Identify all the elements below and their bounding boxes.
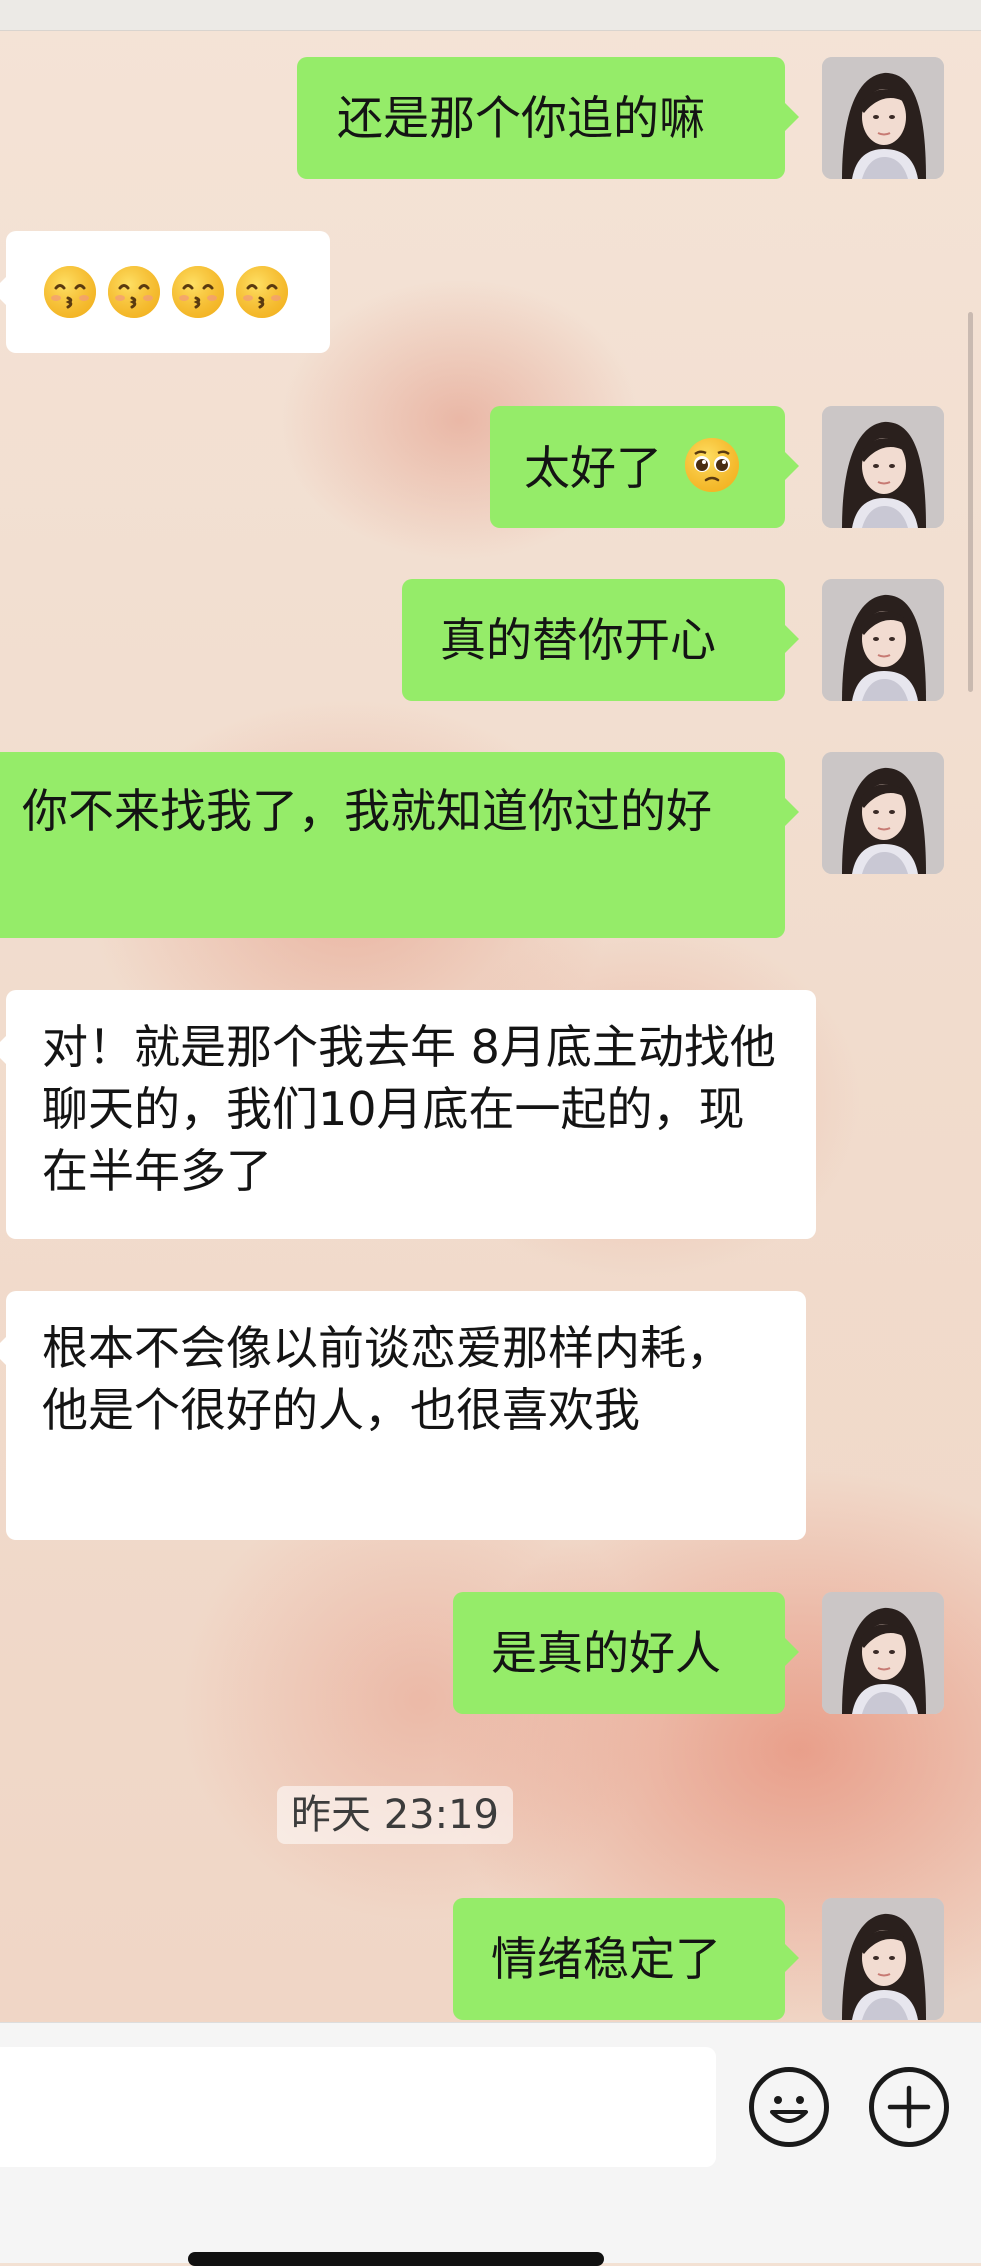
- scrollbar[interactable]: [968, 312, 973, 692]
- kissing-face-icon: [42, 264, 98, 320]
- message-bubble-outgoing[interactable]: 是真的好人: [453, 1592, 799, 1714]
- avatar[interactable]: [822, 57, 944, 179]
- kissing-face-icon: [234, 264, 290, 320]
- message-text: 你不来找我了，我就知道你过的好: [22, 784, 712, 838]
- avatar[interactable]: [822, 1592, 944, 1714]
- pleading-face-icon: [684, 438, 739, 492]
- message-text: 真的替你开心: [440, 613, 716, 667]
- avatar[interactable]: [822, 1898, 944, 2020]
- chat-input-bar: [0, 2022, 981, 2263]
- message-input[interactable]: [0, 2047, 716, 2167]
- message-bubble-outgoing[interactable]: 太好了: [490, 406, 799, 528]
- message-text: 是真的好人: [491, 1626, 721, 1680]
- kissing-face-icon: [170, 264, 226, 320]
- message-text: 根本不会像以前谈恋爱那样内耗，他是个很好的人，也很喜欢我: [42, 1321, 732, 1437]
- message-bubble-incoming[interactable]: 根本不会像以前谈恋爱那样内耗，他是个很好的人，也很喜欢我: [0, 1291, 806, 1540]
- message-bubble-outgoing[interactable]: 情绪稳定了: [453, 1898, 799, 2020]
- message-bubble-outgoing[interactable]: 真的替你开心: [402, 579, 799, 701]
- smiley-face-icon: [770, 2096, 808, 2123]
- avatar[interactable]: [822, 579, 944, 701]
- avatar[interactable]: [822, 406, 944, 528]
- message-bubble-outgoing[interactable]: 你不来找我了，我就知道你过的好: [0, 752, 799, 938]
- chat-timestamp: 昨天 23:19: [277, 1786, 513, 1844]
- message-bubble-incoming[interactable]: 对！就是那个我去年 8月底主动找他聊天的，我们10月底在一起的，现在半年多了: [0, 990, 816, 1239]
- message-bubble-incoming[interactable]: [0, 231, 330, 353]
- message-text: 情绪稳定了: [491, 1932, 721, 1986]
- message-bubble-outgoing[interactable]: 还是那个你追的嘛: [297, 57, 799, 179]
- emoji-button[interactable]: [749, 2067, 829, 2147]
- message-text: 还是那个你追的嘛: [337, 91, 705, 145]
- avatar[interactable]: [822, 752, 944, 874]
- home-indicator[interactable]: [188, 2252, 604, 2266]
- message-text: 太好了: [524, 441, 662, 495]
- message-text: 对！就是那个我去年 8月底主动找他聊天的，我们10月底在一起的，现在半年多了: [42, 1020, 776, 1198]
- kissing-face-icon: [106, 264, 162, 320]
- top-bar-edge: [0, 0, 981, 31]
- plus-circle-icon: [887, 2085, 931, 2129]
- more-button[interactable]: [869, 2067, 949, 2147]
